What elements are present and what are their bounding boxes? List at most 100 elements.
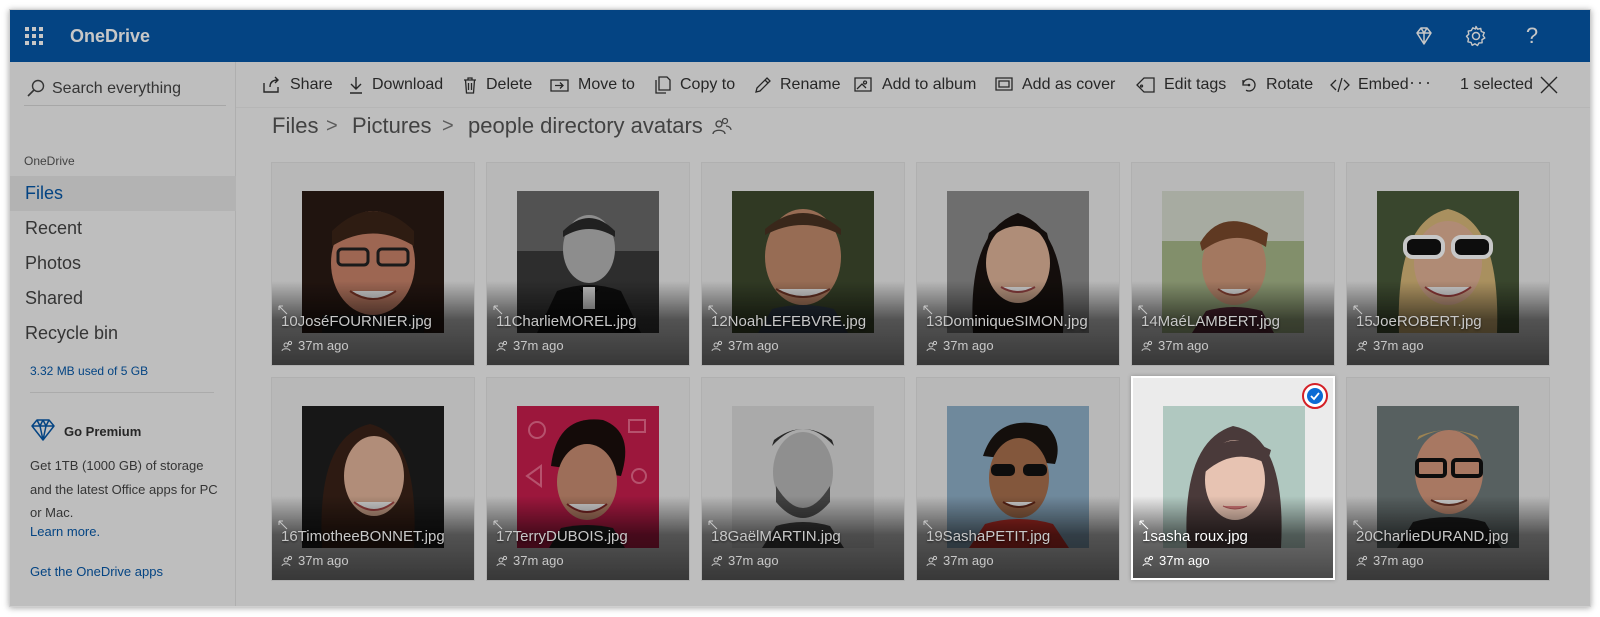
file-modified-time: 37m ago xyxy=(943,338,994,353)
search-placeholder: Search everything xyxy=(52,80,181,97)
photo-tile[interactable]: 16TimotheeBONNET.jpg 37m ago xyxy=(271,377,475,581)
shared-people-icon xyxy=(496,340,508,352)
share-button[interactable]: Share xyxy=(262,62,333,108)
embed-label: Embed xyxy=(1358,76,1409,93)
embed-button[interactable]: Embed xyxy=(1330,62,1409,108)
close-icon[interactable] xyxy=(1538,74,1560,96)
file-modified-time: 37m ago xyxy=(728,338,779,353)
storage-usage-link[interactable]: 3.32 MB used of 5 GB xyxy=(30,364,148,378)
shared-people-icon xyxy=(712,117,732,135)
rotate-button[interactable]: Rotate xyxy=(1240,62,1313,108)
sidebar-item-recycle-bin[interactable]: Recycle bin xyxy=(10,316,236,351)
file-name: 15JoeROBERT.jpg xyxy=(1356,313,1482,330)
shared-people-icon xyxy=(1356,555,1368,567)
photo-tile[interactable]: 10JoséFOURNIER.jpg 37m ago xyxy=(271,162,475,366)
shared-people-icon xyxy=(711,555,723,567)
file-modified-time: 37m ago xyxy=(298,338,349,353)
photo-tile[interactable]: 13DominiqueSIMON.jpg 37m ago xyxy=(916,162,1120,366)
selected-check-icon[interactable] xyxy=(1302,383,1328,409)
search-input[interactable]: Search everything xyxy=(24,70,226,106)
sidebar: Search everything OneDrive Files Recent … xyxy=(10,62,236,606)
download-icon xyxy=(350,77,362,94)
sidebar-section-title: OneDrive xyxy=(24,154,75,168)
file-modified-time: 37m ago xyxy=(513,553,564,568)
rename-button[interactable]: Rename xyxy=(754,62,840,108)
photo-tile[interactable]: 18GaëlMARTIN.jpg 37m ago xyxy=(701,377,905,581)
sidebar-item-recent[interactable]: Recent xyxy=(10,211,236,246)
shared-people-icon xyxy=(281,340,293,352)
photo-tile[interactable]: 20CharlieDURAND.jpg 37m ago xyxy=(1346,377,1550,581)
edit-tags-button[interactable]: Edit tags xyxy=(1136,62,1226,108)
pencil-icon xyxy=(755,77,771,93)
file-name: 12NoahLEFEBVRE.jpg xyxy=(711,313,867,330)
photo-tile[interactable]: 17TerryDUBOIS.jpg 37m ago xyxy=(486,377,690,581)
photo-tile[interactable]: 19SashaPETIT.jpg 37m ago xyxy=(916,377,1120,581)
file-modified-time: 37m ago xyxy=(513,338,564,353)
edit-tags-label: Edit tags xyxy=(1164,76,1227,93)
sidebar-item-photos[interactable]: Photos xyxy=(10,246,236,281)
move-icon xyxy=(550,79,569,92)
sidebar-item-files[interactable]: Files xyxy=(10,176,236,211)
diamond-icon[interactable] xyxy=(1412,24,1436,48)
file-name: 20CharlieDURAND.jpg xyxy=(1356,528,1509,545)
get-apps-link[interactable]: Get the OneDrive apps xyxy=(30,564,163,579)
breadcrumb-pictures[interactable]: Pictures xyxy=(352,113,431,139)
file-name: 13DominiqueSIMON.jpg xyxy=(926,313,1088,330)
onedrive-window: OneDrive ? Search everything OneDrive Fi… xyxy=(9,9,1591,607)
photo-tile[interactable]: 12NoahLEFEBVRE.jpg 37m ago xyxy=(701,162,905,366)
share-label: Share xyxy=(290,76,333,93)
photo-tile-selected[interactable]: 1sasha roux.jpg 37m ago xyxy=(1131,376,1335,580)
delete-label: Delete xyxy=(486,76,533,93)
more-options-button[interactable]: ··· xyxy=(1409,72,1433,93)
breadcrumb-separator: > xyxy=(326,115,338,137)
copy-icon xyxy=(655,76,671,94)
file-modified-time: 37m ago xyxy=(1373,553,1424,568)
move-to-button[interactable]: Move to xyxy=(550,62,635,108)
help-icon[interactable]: ? xyxy=(1520,24,1544,48)
download-label: Download xyxy=(372,76,444,93)
breadcrumb-files[interactable]: Files xyxy=(272,113,318,139)
shared-people-icon xyxy=(1141,340,1153,352)
sidebar-divider xyxy=(30,392,214,393)
add-to-album-label: Add to album xyxy=(882,76,977,93)
command-bar: Share Download Delete Move to Copy to Re… xyxy=(236,62,1590,108)
file-name: 11CharlieMOREL.jpg xyxy=(496,313,637,330)
learn-more-link[interactable]: Learn more. xyxy=(30,524,100,539)
photo-tile[interactable]: 14MaéLAMBERT.jpg 37m ago xyxy=(1131,162,1335,366)
waffle-icon[interactable] xyxy=(24,26,44,46)
breadcrumb-current-folder: people directory avatars xyxy=(468,113,703,138)
file-modified-time: 37m ago xyxy=(728,553,779,568)
shared-people-icon xyxy=(496,555,508,567)
file-modified-time: 37m ago xyxy=(943,553,994,568)
delete-button[interactable]: Delete xyxy=(462,62,532,108)
shared-people-icon xyxy=(1356,340,1368,352)
file-name: 17TerryDUBOIS.jpg xyxy=(496,528,628,545)
album-icon xyxy=(854,77,872,92)
photo-tile[interactable]: 11CharlieMOREL.jpg 37m ago xyxy=(486,162,690,366)
add-to-album-button[interactable]: Add to album xyxy=(854,62,976,108)
search-icon xyxy=(27,79,45,97)
selection-count: 1 selected xyxy=(1460,76,1533,93)
premium-title: Go Premium xyxy=(64,424,142,439)
download-button[interactable]: Download xyxy=(348,62,443,108)
file-modified-time: 37m ago xyxy=(1158,338,1209,353)
file-name: 14MaéLAMBERT.jpg xyxy=(1141,313,1280,330)
app-title[interactable]: OneDrive xyxy=(70,26,150,47)
file-name: 18GaëlMARTIN.jpg xyxy=(711,528,841,545)
embed-icon xyxy=(1330,77,1350,93)
copy-to-button[interactable]: Copy to xyxy=(654,62,735,108)
shared-people-icon xyxy=(926,555,938,567)
file-name: 19SashaPETIT.jpg xyxy=(926,528,1051,545)
rotate-icon xyxy=(1242,78,1256,92)
file-name: 10JoséFOURNIER.jpg xyxy=(281,313,432,330)
copy-to-label: Copy to xyxy=(680,76,736,93)
shared-people-icon xyxy=(926,340,938,352)
add-as-cover-button[interactable]: Add as cover xyxy=(994,62,1115,108)
sidebar-item-shared[interactable]: Shared xyxy=(10,281,236,316)
file-modified-time: 37m ago xyxy=(1159,553,1210,568)
premium-description: Get 1TB (1000 GB) of storage and the lat… xyxy=(30,458,218,520)
add-as-cover-label: Add as cover xyxy=(1022,76,1116,93)
photo-tile[interactable]: 15JoeROBERT.jpg 37m ago xyxy=(1346,162,1550,366)
gear-icon[interactable] xyxy=(1464,24,1488,48)
trash-icon xyxy=(464,77,476,94)
